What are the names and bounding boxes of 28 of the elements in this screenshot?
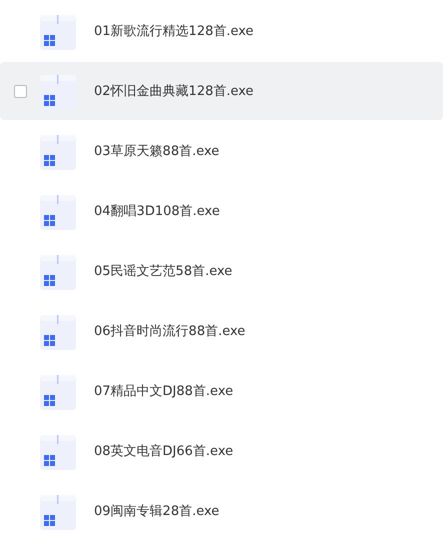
file-row[interactable]: 03草原天籁88首.exe [0,122,443,180]
file-name: 09闽南专辑28首.exe [94,503,220,520]
file-name: 08英文电音DJ66首.exe [94,443,234,460]
installer-icon [40,132,76,170]
file-row[interactable]: 02怀旧金曲典藏128首.exe [0,62,443,120]
installer-icon [40,192,76,230]
checkbox[interactable] [14,84,26,98]
file-row[interactable]: 08英文电音DJ66首.exe [0,422,443,480]
file-name: 07精品中文DJ88首.exe [94,383,234,400]
file-row[interactable]: 05民谣文艺范58首.exe [0,242,443,300]
file-row[interactable]: 01新歌流行精选128首.exe [0,2,443,60]
file-name: 03草原天籁88首.exe [94,143,220,160]
file-name: 06抖音时尚流行88首.exe [94,323,246,340]
installer-icon [40,12,76,50]
file-name: 05民谣文艺范58首.exe [94,263,232,280]
installer-icon [40,252,76,290]
file-row[interactable]: 07精品中文DJ88首.exe [0,362,443,420]
installer-icon [40,372,76,410]
file-row[interactable]: 09闽南专辑28首.exe [0,482,443,540]
file-name: 01新歌流行精选128首.exe [94,23,254,40]
file-name: 04翻唱3D108首.exe [94,203,220,220]
file-row[interactable]: 06抖音时尚流行88首.exe [0,302,443,360]
installer-icon [40,312,76,350]
installer-icon [40,492,76,530]
file-name: 02怀旧金曲典藏128首.exe [94,83,254,100]
installer-icon [40,432,76,470]
file-row[interactable]: 04翻唱3D108首.exe [0,182,443,240]
installer-icon [40,72,76,110]
